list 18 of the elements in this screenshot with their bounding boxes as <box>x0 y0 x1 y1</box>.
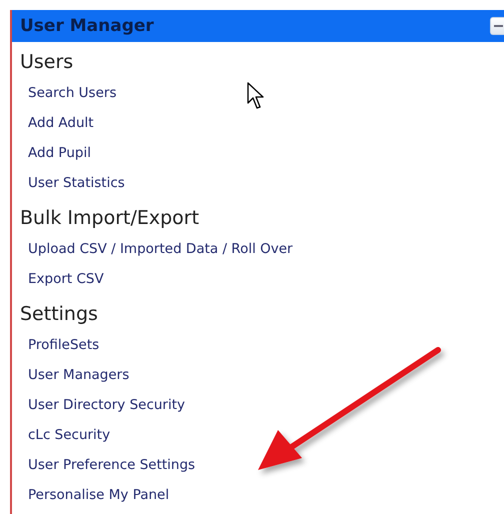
menu-link[interactable]: ProfileSets <box>12 330 504 360</box>
menu-link[interactable]: Add Pupil <box>12 138 504 168</box>
collapse-button[interactable] <box>490 17 504 35</box>
menu-link[interactable]: cLc Security <box>12 420 504 450</box>
section-heading: Users <box>19 50 74 75</box>
menu-link[interactable]: User Preference Settings <box>12 450 504 480</box>
menu-link[interactable]: Export CSV <box>12 264 504 294</box>
menu-link[interactable]: User Managers <box>12 360 504 390</box>
menu-link[interactable]: Personalise My Panel <box>12 480 504 510</box>
section-heading: Bulk Import/Export <box>19 206 200 231</box>
menu-link[interactable]: Search Users <box>12 78 504 108</box>
section-heading: Settings <box>19 302 99 327</box>
menu-link[interactable]: User Directory Security <box>12 390 504 420</box>
menu-link[interactable]: Add Adult <box>12 108 504 138</box>
panel-title: User Manager <box>20 16 154 36</box>
menu-link[interactable]: User Statistics <box>12 168 504 198</box>
menu-link[interactable]: Upload CSV / Imported Data / Roll Over <box>12 234 504 264</box>
minus-icon <box>494 25 503 27</box>
